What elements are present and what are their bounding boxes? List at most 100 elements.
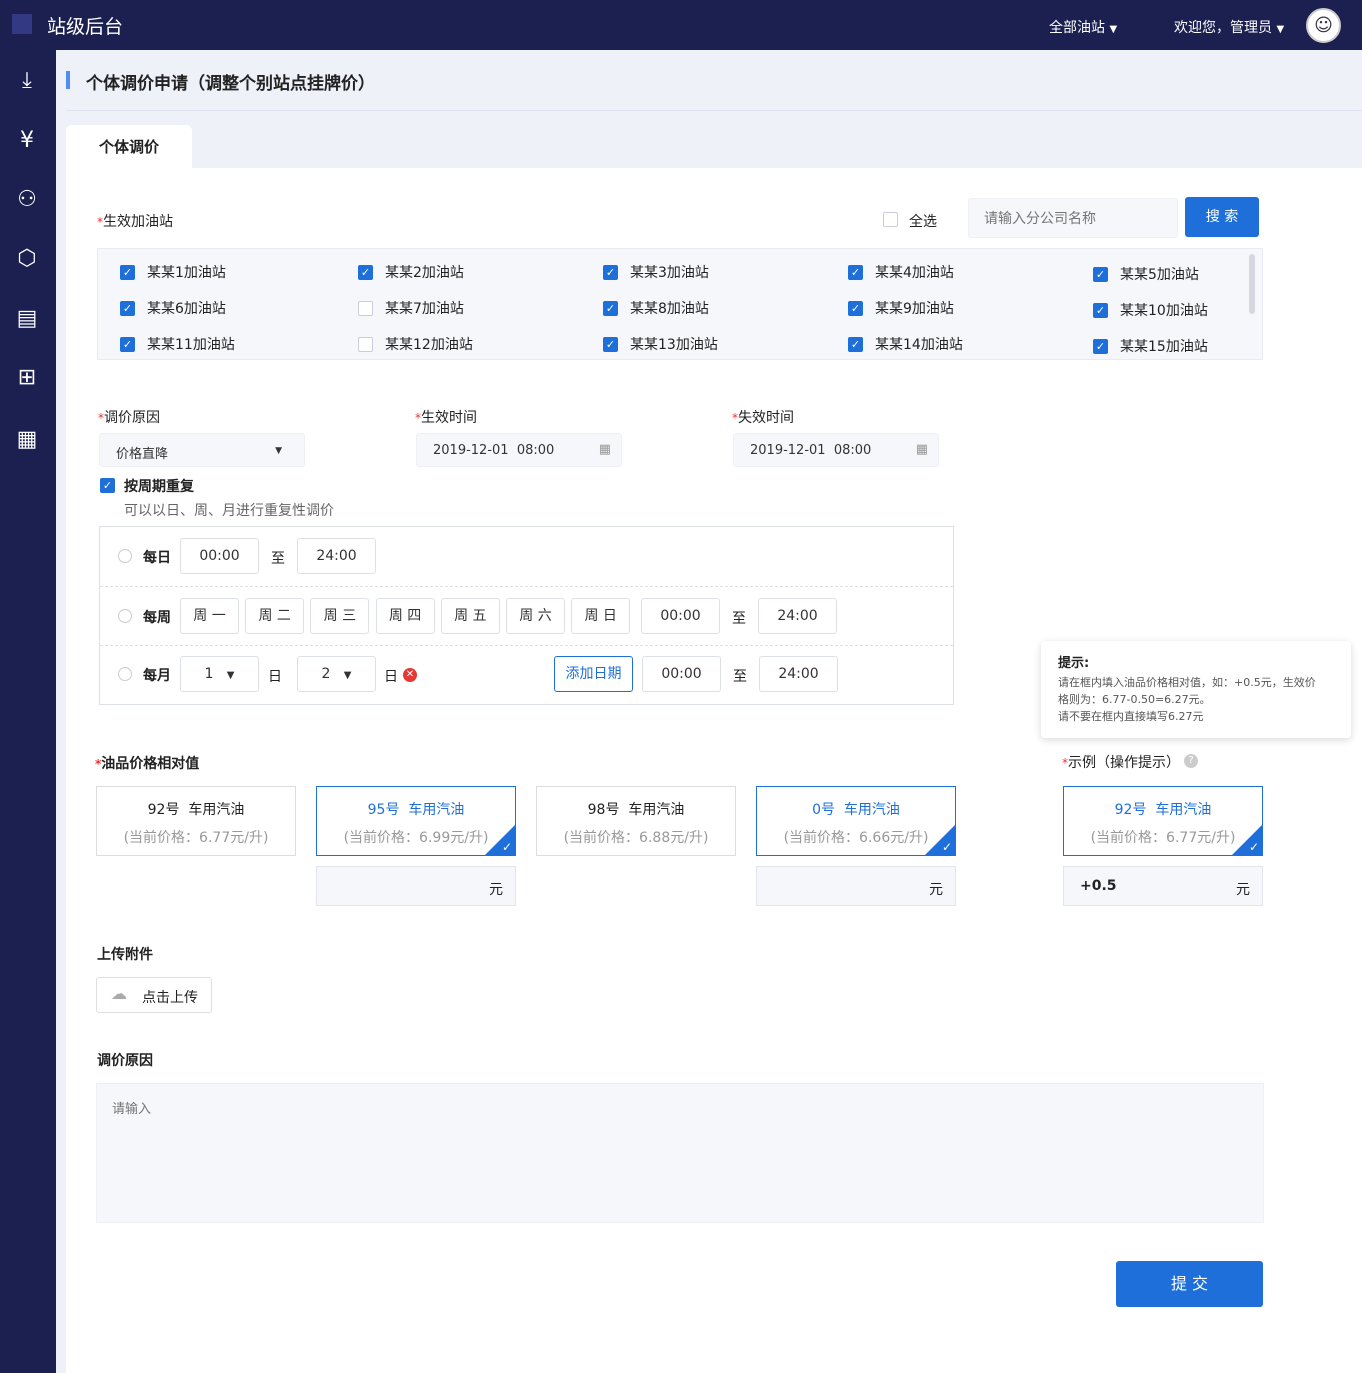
download-icon[interactable]: ⤓	[12, 66, 42, 96]
station-filter-dropdown[interactable]: 全部油站 ▼	[1049, 17, 1117, 37]
monthly-to-input[interactable]: 24:00	[759, 656, 838, 692]
station-checkbox-item[interactable]: ✓ 某某4加油站	[848, 262, 954, 282]
station-checkbox-item[interactable]: ✓ 某某11加油站	[120, 334, 235, 354]
weekday-button[interactable]: 周 五	[440, 598, 500, 634]
station-checkbox-item[interactable]: 某某12加油站	[358, 334, 473, 354]
yen-hand-icon[interactable]: ¥	[12, 126, 42, 156]
checkbox[interactable]: ✓	[848, 336, 863, 352]
reason-select[interactable]: 价格直降 ▼	[99, 433, 305, 467]
checkbox[interactable]: ✓	[1093, 266, 1108, 282]
search-button[interactable]: 搜 索	[1185, 197, 1259, 237]
submit-button[interactable]: 提 交	[1116, 1261, 1263, 1307]
station-name: 某某1加油站	[147, 265, 226, 281]
station-list: ✓ 某某1加油站 ✓ 某某2加油站 ✓ 某某3加油站 ✓ 某某4加油站 ✓ 某某5加油站 ✓ 某某6加…	[97, 248, 1263, 360]
station-checkbox-item[interactable]: ✓ 某某9加油站	[848, 298, 954, 318]
station-name: 某某3加油站	[630, 265, 709, 281]
start-time-picker[interactable]: 2019-12-01 08:00 ▦	[416, 433, 622, 467]
weekday-button[interactable]: 周 三	[310, 598, 370, 634]
upload-button[interactable]: ☁ 点击上传	[96, 977, 212, 1013]
station-checkbox-item[interactable]: ✓ 某某15加油站	[1093, 336, 1208, 356]
station-checkbox-item[interactable]: ✓ 某某14加油站	[848, 334, 963, 354]
station-checkbox-item[interactable]: ✓ 某某1加油站	[120, 262, 226, 282]
weekday-button[interactable]: 周 六	[506, 598, 565, 634]
box-icon[interactable]: ⬡	[12, 244, 42, 274]
fuel-label: 油品价格相对值	[95, 753, 199, 773]
weekday-button[interactable]: 周 日	[571, 598, 631, 634]
checkbox[interactable]: ✓	[120, 336, 135, 352]
monthly-from-input[interactable]: 00:00	[642, 656, 721, 692]
month-day-start-value: 1	[204, 666, 214, 682]
station-checkbox-item[interactable]: 某某7加油站	[358, 298, 464, 318]
weekly-radio[interactable]	[118, 609, 132, 623]
remark-textarea[interactable]	[96, 1083, 1264, 1223]
station-checkbox-item[interactable]: ✓ 某某8加油站	[603, 298, 709, 318]
gift-icon[interactable]: ⊞	[12, 363, 42, 393]
tip-line: 格则为：6.77-0.50=6.27元。	[1058, 693, 1211, 706]
weekly-from-input[interactable]: 00:00	[641, 598, 720, 634]
company-search-input[interactable]	[968, 198, 1178, 238]
fuel-price: (当前价格：6.77元/升)	[123, 830, 269, 846]
remove-date-icon[interactable]: ✕	[403, 668, 417, 682]
end-time-value: 2019-12-01 08:00	[750, 443, 872, 458]
weekday-button[interactable]: 周 二	[245, 598, 305, 634]
station-name: 某某5加油站	[1120, 267, 1199, 283]
welcome-text: 欢迎您，管理员	[1174, 20, 1272, 36]
station-checkbox-item[interactable]: ✓ 某某2加油站	[358, 262, 464, 282]
fuel-value-input[interactable]: 元	[316, 866, 516, 906]
month-day-start-select[interactable]: 1 ▼	[180, 656, 259, 692]
help-icon[interactable]: ?	[1184, 754, 1198, 768]
station-name: 某某8加油站	[630, 301, 709, 317]
add-date-button[interactable]: 添加日期	[554, 656, 633, 692]
weekday-button[interactable]: 周 四	[375, 598, 435, 634]
checkbox[interactable]	[358, 336, 373, 352]
daily-from-input[interactable]: 00:00	[180, 538, 259, 574]
fuel-card[interactable]: 92号 车用汽油 (当前价格：6.77元/升)	[96, 786, 296, 856]
checkbox[interactable]: ✓	[848, 264, 863, 280]
caret-down-icon: ▼	[226, 670, 235, 681]
example-fuel-name: 92号 车用汽油	[1114, 802, 1212, 818]
reason-value: 价格直降	[116, 447, 169, 462]
station-name: 某某11加油站	[147, 337, 235, 353]
fuel-card[interactable]: 95号 车用汽油 (当前价格：6.99元/升) ✓	[316, 786, 516, 856]
checkbox[interactable]: ✓	[848, 300, 863, 316]
fuel-card[interactable]: 98号 车用汽油 (当前价格：6.88元/升)	[536, 786, 736, 856]
checkbox[interactable]: ✓	[603, 336, 618, 352]
checkbox[interactable]: ✓	[603, 264, 618, 280]
station-list-scrollbar[interactable]	[1249, 254, 1255, 314]
weekly-to-input[interactable]: 24:00	[758, 598, 837, 634]
daily-to-sep: 至	[271, 551, 285, 567]
repeat-checkbox[interactable]: ✓	[100, 477, 115, 493]
checkbox[interactable]: ✓	[603, 300, 618, 316]
checkbox[interactable]: ✓	[120, 264, 135, 280]
avatar[interactable]: ☺	[1306, 8, 1341, 43]
checkbox[interactable]: ✓	[1093, 338, 1108, 354]
station-name: 某某7加油站	[385, 301, 464, 317]
station-checkbox-item[interactable]: ✓ 某某13加油站	[603, 334, 718, 354]
clipboard-icon[interactable]: ▤	[12, 304, 42, 334]
tip-title: 提示:	[1058, 656, 1090, 671]
end-time-picker[interactable]: 2019-12-01 08:00 ▦	[733, 433, 939, 467]
month-day-end-select[interactable]: 2 ▼	[297, 656, 376, 692]
user-menu[interactable]: 欢迎您，管理员 ▼	[1174, 17, 1284, 37]
fuel-card[interactable]: 0号 车用汽油 (当前价格：6.66元/升) ✓	[756, 786, 956, 856]
calculator-icon[interactable]: ▦	[12, 425, 42, 455]
station-checkbox-item[interactable]: ✓ 某某3加油站	[603, 262, 709, 282]
unit-label: 元	[1236, 882, 1250, 898]
select-all-checkbox[interactable]	[883, 212, 898, 231]
station-checkbox-item[interactable]: ✓ 某某6加油站	[120, 298, 226, 318]
station-checkbox-item[interactable]: ✓ 某某5加油站	[1093, 264, 1199, 284]
weekday-button[interactable]: 周 一	[180, 598, 239, 634]
checkbox[interactable]	[358, 300, 373, 316]
daily-radio[interactable]	[118, 549, 132, 563]
checkbox[interactable]: ✓	[120, 300, 135, 316]
user-icon[interactable]: ⚇	[12, 185, 42, 215]
station-checkbox-item[interactable]: ✓ 某某10加油站	[1093, 300, 1208, 320]
stations-label: 生效加油站	[97, 211, 173, 231]
checkbox[interactable]: ✓	[1093, 302, 1108, 318]
station-filter-label: 全部油站	[1049, 20, 1105, 36]
tab-individual-pricing[interactable]: 个体调价	[66, 125, 192, 169]
checkbox[interactable]: ✓	[358, 264, 373, 280]
daily-to-input[interactable]: 24:00	[297, 538, 376, 574]
fuel-value-input[interactable]: 元	[756, 866, 956, 906]
monthly-radio[interactable]	[118, 667, 132, 681]
